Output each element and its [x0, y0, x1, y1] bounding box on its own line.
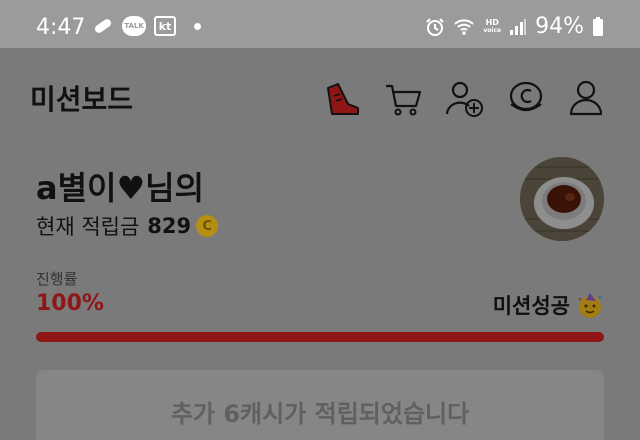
progress-label: 진행률: [36, 270, 78, 288]
alarm-icon: [425, 17, 445, 37]
status-bar: 4:47 TALK kt HD voice 94%: [0, 0, 640, 48]
progress-percent: 100%: [36, 291, 104, 316]
party-face-icon: [578, 293, 602, 318]
mission-status-label: 미션성공: [492, 294, 570, 318]
progress-bar-fill: [36, 332, 604, 342]
avatar[interactable]: [520, 157, 604, 241]
user-name: a별이♥님의: [36, 169, 205, 207]
wifi-icon: [453, 17, 475, 37]
status-time: 4:47: [36, 15, 86, 40]
profile-icon[interactable]: [564, 76, 608, 120]
hd-voice-icon: HD voice: [483, 17, 502, 35]
cash-reward-text: 추가 6캐시가 적립되었습니다: [170, 400, 470, 428]
page-title: 미션보드: [30, 83, 134, 116]
shoe-icon[interactable]: [318, 76, 362, 120]
notification-dot-icon: [194, 22, 201, 30]
points-row: 현재 적립금 829 C: [36, 211, 219, 241]
progress-bar: [36, 332, 604, 342]
kt-icon: kt: [154, 16, 176, 36]
mission-status: 미션성공: [493, 290, 604, 320]
pill-icon: [92, 16, 114, 36]
coin-badge-icon: C: [196, 215, 219, 237]
cart-icon[interactable]: [380, 76, 424, 120]
points-label: 현재 적립금: [36, 215, 140, 239]
voice-label: voice: [483, 26, 502, 34]
points-value: 829: [147, 214, 192, 238]
hd-label: HD: [485, 17, 499, 27]
cash-reward-banner[interactable]: 추가 6캐시가 적립되었습니다: [36, 370, 604, 440]
battery-icon: [592, 16, 604, 37]
header-actions: [318, 76, 608, 120]
signal-icon: [509, 18, 527, 36]
status-left-icons: TALK kt: [92, 16, 201, 36]
status-right-icons: HD voice 94%: [425, 14, 604, 39]
kakaotalk-icon: TALK: [122, 16, 146, 36]
battery-percent: 94%: [535, 14, 584, 39]
coin-icon[interactable]: [504, 76, 548, 120]
add-friend-icon[interactable]: [442, 76, 486, 120]
